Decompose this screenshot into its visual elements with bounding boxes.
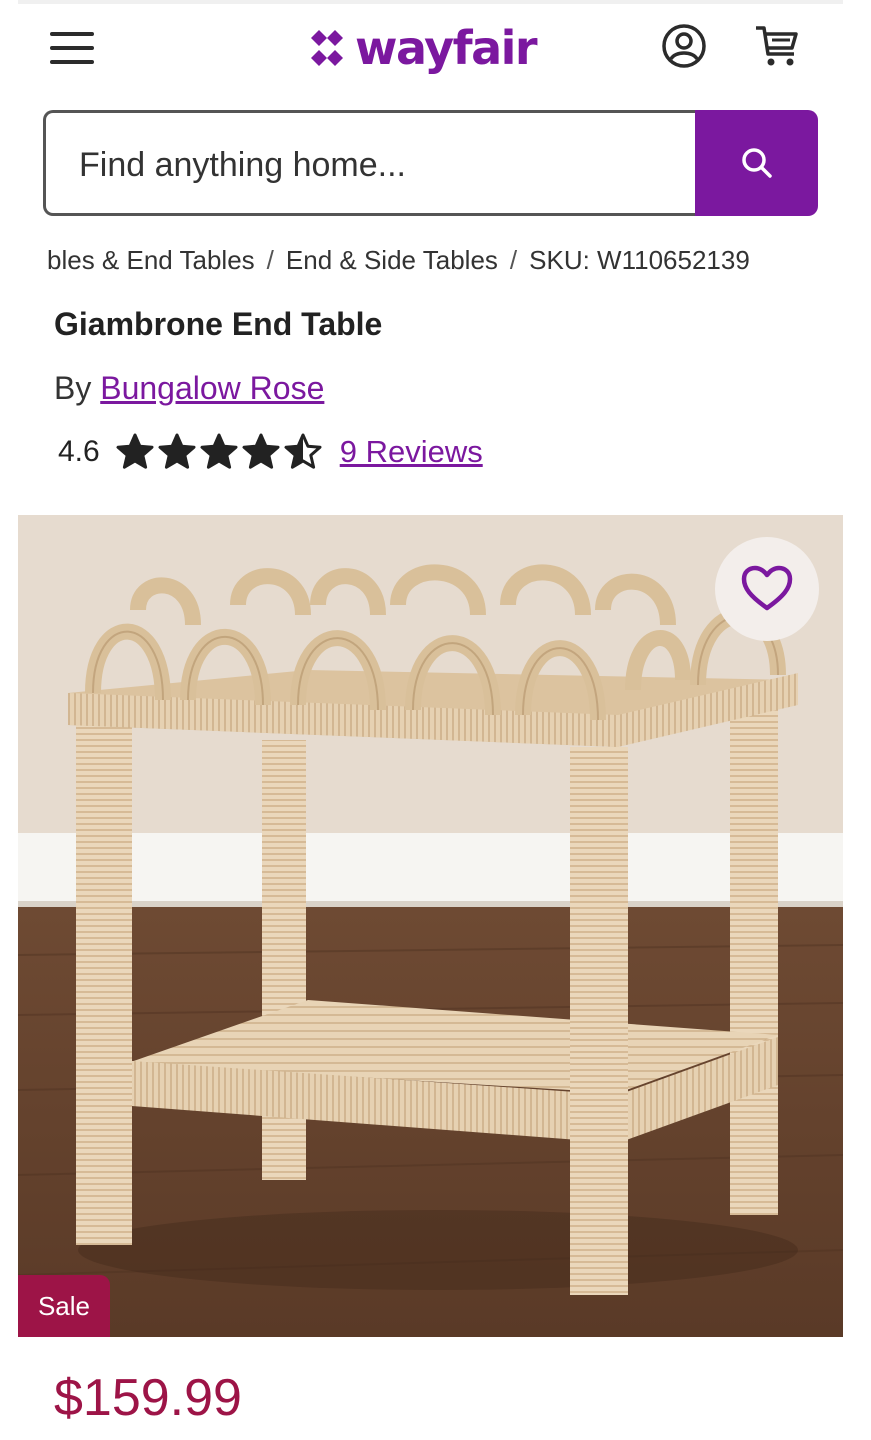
menu-icon-line: [50, 32, 94, 36]
brand-link[interactable]: Bungalow Rose: [100, 370, 324, 406]
end-table-photo: [18, 515, 843, 1337]
star-half-icon: [284, 433, 322, 469]
rating-row: 4.6 9 Reviews: [54, 430, 483, 474]
star-rating: [116, 433, 322, 471]
search-button[interactable]: [695, 110, 818, 216]
star-full-icon: [158, 433, 196, 469]
wayfair-logo-icon: [311, 30, 343, 66]
star-full-icon: [242, 433, 280, 469]
logo-text: wayfair: [355, 21, 538, 75]
rating-value: 4.6: [58, 435, 100, 468]
search-input[interactable]: [79, 141, 679, 189]
account-icon: [662, 24, 706, 68]
breadcrumb-item[interactable]: bles & End Tables: [47, 245, 255, 275]
sale-badge: Sale: [18, 1275, 110, 1337]
heart-icon: [741, 565, 793, 611]
menu-icon-line: [50, 46, 94, 50]
breadcrumb-item[interactable]: End & Side Tables: [286, 245, 498, 275]
cart-button[interactable]: [752, 22, 802, 70]
product-price: $159.99: [54, 1369, 242, 1427]
product-title: Giambrone End Table: [54, 306, 383, 342]
breadcrumb: bles & End Tables / End & Side Tables / SKU:…: [47, 240, 837, 280]
wayfair-logo[interactable]: wayfair: [305, 20, 538, 76]
top-divider: [18, 0, 843, 4]
site-header: wayfair: [0, 18, 871, 78]
favorite-button[interactable]: [715, 537, 819, 641]
star-full-icon: [116, 433, 154, 469]
account-button[interactable]: [660, 22, 708, 70]
menu-icon-line: [50, 60, 94, 64]
cart-icon: [756, 26, 798, 66]
product-image[interactable]: Sale: [18, 515, 843, 1337]
star-full-icon: [200, 433, 238, 469]
search-icon: [741, 148, 772, 178]
search-bar: [43, 110, 818, 216]
menu-button[interactable]: [50, 28, 94, 68]
breadcrumb-separator: /: [509, 245, 518, 275]
reviews-link[interactable]: 9 Reviews: [340, 434, 483, 470]
brand-line: By Bungalow Rose: [54, 366, 324, 410]
breadcrumb-sku: SKU: W110652139: [529, 245, 750, 275]
search-field-container: [43, 110, 703, 216]
breadcrumb-separator: /: [266, 245, 274, 275]
brand-prefix: By: [54, 370, 92, 406]
